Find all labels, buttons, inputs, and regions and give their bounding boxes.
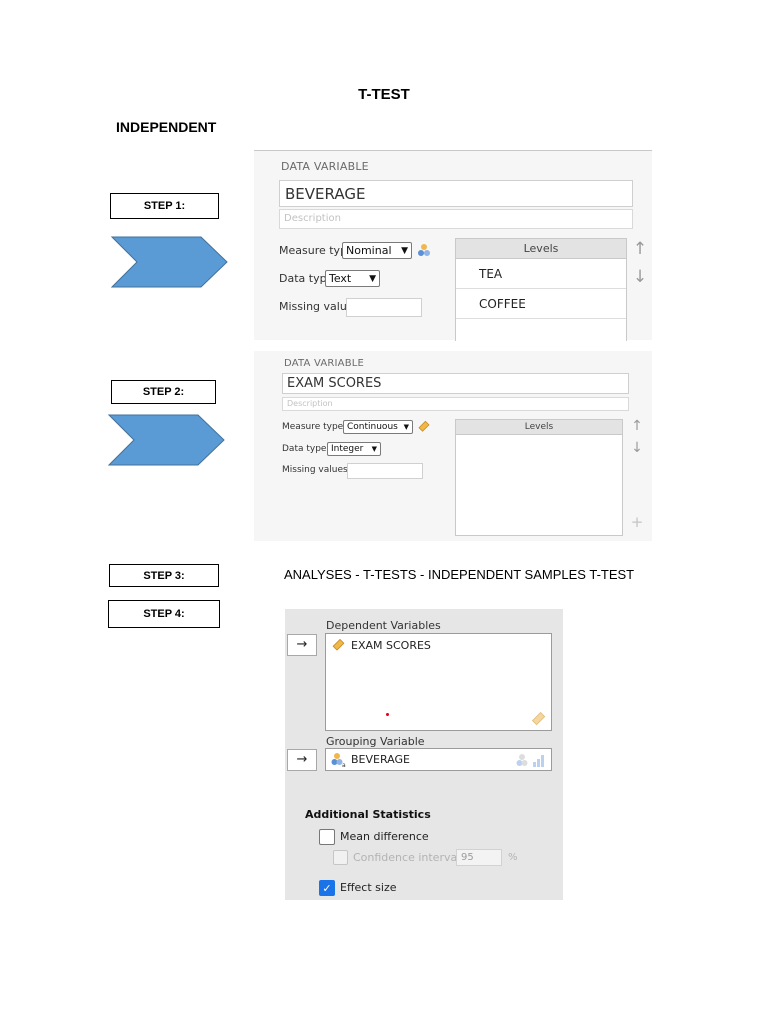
step-3-label: STEP 3: <box>109 564 219 587</box>
move-up-icon[interactable]: ↑ <box>631 239 649 259</box>
independent-t-test-options-panel: Dependent Variables → EXAM SCORES Groupi… <box>285 609 563 900</box>
percent-sign: % <box>508 852 518 863</box>
step-4-label: STEP 4: <box>108 600 220 628</box>
missing-values-input[interactable] <box>346 298 422 317</box>
chevron-arrow-shape <box>111 236 228 288</box>
confidence-interval-label: Confidence interval <box>353 851 461 864</box>
nominal-icon <box>418 244 430 256</box>
document-subtitle: INDEPENDENT <box>116 119 217 135</box>
step-1-label: STEP 1: <box>110 193 219 219</box>
chevron-down-icon: ▼ <box>403 423 409 431</box>
level-item-tea[interactable]: TEA <box>456 259 626 289</box>
measure-type-label: Measure type <box>282 422 344 432</box>
move-to-dependent-button[interactable]: → <box>287 634 317 656</box>
levels-list: Levels <box>455 419 623 536</box>
step-3-instruction: ANALYSES - T-TESTS - INDEPENDENT SAMPLES… <box>284 567 635 582</box>
dependent-variables-box[interactable]: EXAM SCORES <box>325 633 552 731</box>
data-type-select[interactable]: Integer ▼ <box>327 442 381 456</box>
confidence-interval-input[interactable]: 95 <box>456 849 502 866</box>
nominal-ordinal-icons <box>516 754 544 767</box>
data-type-value: Integer <box>331 444 364 454</box>
chevron-down-icon: ▼ <box>401 245 408 256</box>
chevron-arrow-shape <box>108 414 225 466</box>
variable-name-field[interactable]: EXAM SCORES <box>282 373 629 394</box>
dependent-variables-label: Dependent Variables <box>326 619 441 632</box>
checkmark-icon: ✓ <box>322 881 332 895</box>
panel-heading: DATA VARIABLE <box>284 358 365 369</box>
variable-name-field[interactable]: BEVERAGE <box>279 180 633 207</box>
mean-difference-label: Mean difference <box>340 830 429 843</box>
measure-type-select[interactable]: Nominal ▼ <box>342 242 412 259</box>
data-type-label: Data type <box>282 444 327 454</box>
missing-values-input[interactable] <box>347 463 423 479</box>
confidence-interval-checkbox[interactable] <box>333 850 348 865</box>
measure-type-value: Continuous <box>347 422 398 432</box>
arrow-right-icon: → <box>296 752 308 767</box>
move-to-grouping-button[interactable]: → <box>287 749 317 771</box>
missing-values-label: Missing values <box>282 465 348 475</box>
document-title: T-TEST <box>358 86 410 103</box>
nominal-text-icon: a <box>331 753 346 768</box>
levels-header: Levels <box>456 420 622 435</box>
grouping-variable-item[interactable]: BEVERAGE <box>351 753 410 766</box>
data-variable-panel-beverage: DATA VARIABLE BEVERAGE Description Measu… <box>254 150 652 341</box>
svg-text:a: a <box>342 762 346 768</box>
additional-statistics-heading: Additional Statistics <box>305 808 431 821</box>
description-field[interactable]: Description <box>282 397 629 411</box>
measure-type-value: Nominal <box>346 244 392 257</box>
effect-size-checkbox[interactable]: ✓ <box>319 880 335 896</box>
ruler-icon <box>531 711 546 726</box>
effect-size-label: Effect size <box>340 881 397 894</box>
data-type-select[interactable]: Text ▼ <box>325 270 380 287</box>
measure-type-select[interactable]: Continuous ▼ <box>343 420 413 434</box>
step-2-label: STEP 2: <box>111 380 216 404</box>
ruler-icon <box>418 420 430 432</box>
data-variable-panel-exam-scores: DATA VARIABLE EXAM SCORES Description Me… <box>254 351 652 541</box>
cursor-dot <box>386 713 389 716</box>
mean-difference-checkbox[interactable] <box>319 829 335 845</box>
level-item-coffee[interactable]: COFFEE <box>456 289 626 319</box>
add-level-icon[interactable]: + <box>628 513 646 531</box>
move-down-icon[interactable]: ↓ <box>631 267 649 287</box>
grouping-variable-label: Grouping Variable <box>326 735 425 748</box>
chevron-down-icon: ▼ <box>371 445 377 453</box>
description-field[interactable]: Description <box>279 209 633 229</box>
chevron-down-icon: ▼ <box>369 273 376 284</box>
data-type-value: Text <box>329 272 352 285</box>
arrow-right-icon: → <box>296 637 308 652</box>
dependent-variable-item[interactable]: EXAM SCORES <box>351 639 431 652</box>
grouping-variable-box[interactable]: a BEVERAGE <box>325 748 552 771</box>
levels-header: Levels <box>456 239 626 259</box>
move-down-icon[interactable]: ↓ <box>628 440 646 456</box>
levels-list: Levels TEA COFFEE <box>455 238 627 341</box>
move-up-icon[interactable]: ↑ <box>628 418 646 434</box>
panel-heading: DATA VARIABLE <box>281 160 369 173</box>
ruler-icon <box>332 638 345 651</box>
